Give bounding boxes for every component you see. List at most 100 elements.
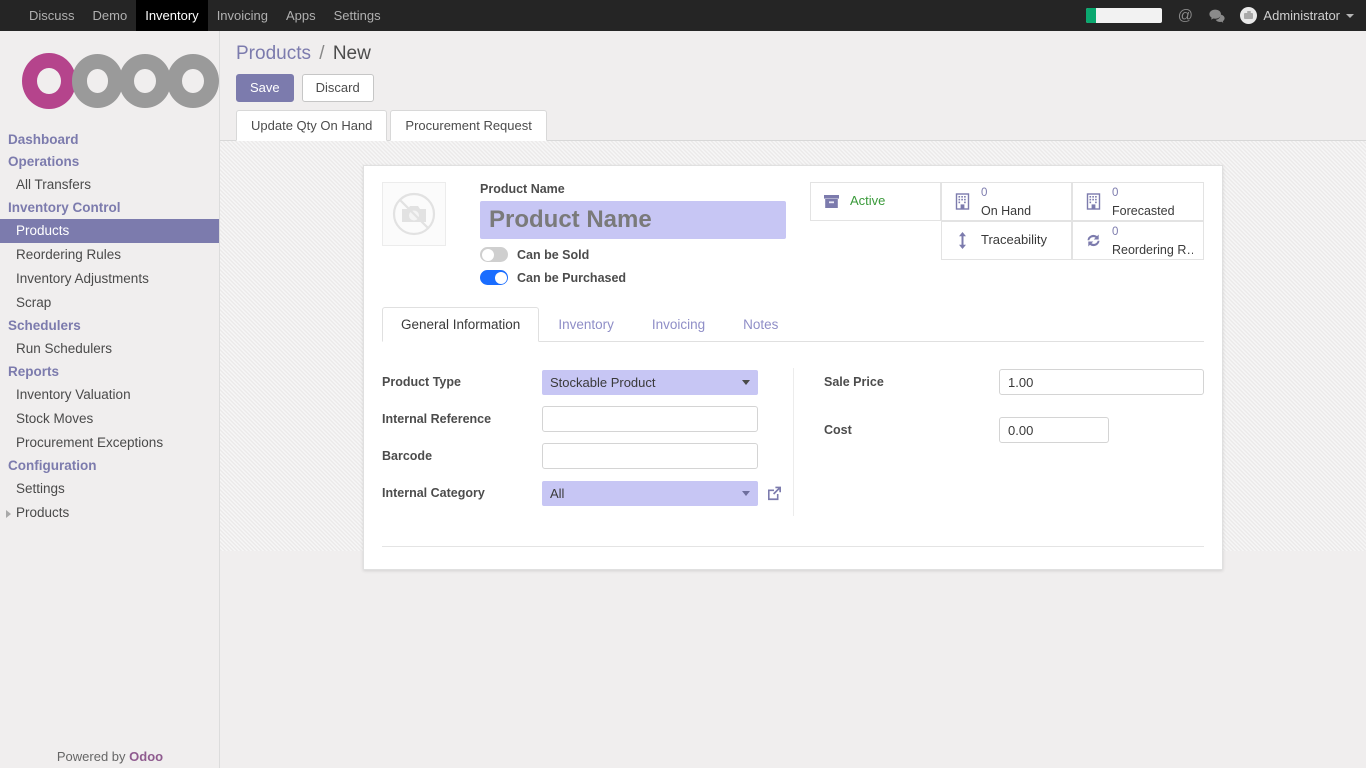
discard-button[interactable]: Discard [302, 74, 374, 102]
form-header-row: Product Name Can be Sold Can be Purchase… [382, 182, 1204, 285]
menu-item-demo[interactable]: Demo [84, 0, 137, 31]
system-progress-bar [1086, 8, 1162, 23]
notebook-tabs: General Information Inventory Invoicing … [382, 307, 1204, 342]
product-type-select[interactable]: Stockable Product [542, 370, 758, 395]
record-action-buttons: Save Discard [236, 74, 1350, 102]
tab-general-information[interactable]: General Information [382, 307, 539, 342]
product-image-placeholder[interactable] [382, 182, 446, 246]
tab-inventory[interactable]: Inventory [539, 307, 633, 342]
barcode-input[interactable] [542, 443, 758, 469]
stat-value: 0 [1112, 187, 1118, 199]
sidebar-header-label: Inventory Control [8, 200, 121, 215]
chevron-down-icon [742, 380, 750, 385]
stat-button-reordering-rules[interactable]: 0 Reordering R… [1072, 221, 1204, 260]
can-be-purchased-row: Can be Purchased [480, 270, 786, 285]
menu-item-settings[interactable]: Settings [325, 0, 390, 31]
breadcrumb: Products / New [236, 43, 1350, 65]
can-be-purchased-toggle[interactable] [480, 270, 508, 285]
building-icon [1083, 193, 1103, 210]
cost-input[interactable] [999, 417, 1109, 443]
stat-button-traceability[interactable]: Traceability [941, 221, 1072, 260]
stat-label: Forecasted [1112, 204, 1175, 218]
sidebar: Dashboard Operations All Transfers Inven… [0, 31, 220, 768]
sidebar-header-label: Schedulers [8, 318, 81, 333]
sidebar-item-reordering-rules[interactable]: Reordering Rules [0, 243, 219, 267]
mention-icon[interactable]: @ [1176, 7, 1194, 25]
product-type-value: Stockable Product [550, 375, 656, 390]
user-menu[interactable]: Administrator [1240, 7, 1354, 24]
tab-invoicing[interactable]: Invoicing [633, 307, 724, 342]
main-content: Products / New Save Discard Update Qty O… [220, 31, 1366, 768]
stat-spacer [810, 221, 941, 260]
expand-triangle-icon [6, 510, 11, 518]
stat-button-on-hand[interactable]: 0 On Hand [941, 182, 1072, 221]
field-row-barcode: Barcode [382, 442, 793, 470]
no-camera-icon [391, 191, 437, 237]
sidebar-item-inventory-adjustments[interactable]: Inventory Adjustments [0, 267, 219, 291]
internal-reference-label: Internal Reference [382, 412, 542, 426]
sidebar-item-all-transfers[interactable]: All Transfers [0, 173, 219, 197]
sidebar-header-dashboard[interactable]: Dashboard [0, 129, 219, 151]
stat-text: 0 On Hand [981, 183, 1031, 220]
stat-text: 0 Forecasted [1112, 183, 1175, 220]
sidebar-item-procurement-exceptions[interactable]: Procurement Exceptions [0, 431, 219, 455]
menu-item-invoicing[interactable]: Invoicing [208, 0, 277, 31]
tab-notes[interactable]: Notes [724, 307, 797, 342]
sidebar-item-configuration-products[interactable]: Products [0, 501, 219, 525]
sidebar-header-reports[interactable]: Reports [0, 361, 219, 383]
page-background-bottom [220, 576, 1366, 768]
field-row-internal-category: Internal Category All [382, 479, 793, 507]
stat-text: Active [850, 192, 885, 210]
app-menu-list: Discuss Demo Inventory Invoicing Apps Se… [20, 0, 390, 31]
sidebar-nav: Dashboard Operations All Transfers Inven… [0, 127, 219, 525]
sidebar-header-schedulers[interactable]: Schedulers [0, 315, 219, 337]
sidebar-item-run-schedulers[interactable]: Run Schedulers [0, 337, 219, 361]
chevron-down-icon [742, 491, 750, 496]
sidebar-item-inventory-valuation[interactable]: Inventory Valuation [0, 383, 219, 407]
can-be-sold-label: Can be Sold [517, 248, 589, 262]
progress-fill [1086, 8, 1096, 23]
internal-reference-input[interactable] [542, 406, 758, 432]
sale-price-input[interactable] [999, 369, 1204, 395]
barcode-label: Barcode [382, 449, 542, 463]
stat-button-active[interactable]: Active [810, 182, 941, 221]
sale-price-label: Sale Price [824, 375, 999, 389]
top-navigation-bar: Discuss Demo Inventory Invoicing Apps Se… [0, 0, 1366, 31]
update-qty-on-hand-button[interactable]: Update Qty On Hand [236, 110, 387, 141]
menu-item-discuss[interactable]: Discuss [20, 0, 84, 31]
breadcrumb-products-link[interactable]: Products [236, 43, 311, 64]
control-panel: Products / New Save Discard Update Qty O… [220, 31, 1366, 141]
odoo-logo[interactable] [0, 31, 219, 127]
menu-item-label: Demo [93, 8, 128, 23]
sidebar-item-label: Stock Moves [16, 411, 93, 426]
product-type-label: Product Type [382, 375, 542, 389]
stat-button-forecasted[interactable]: 0 Forecasted [1072, 182, 1204, 221]
sidebar-item-products[interactable]: Products [0, 219, 219, 243]
menu-item-apps[interactable]: Apps [277, 0, 325, 31]
form-column-left: Product Type Stockable Product Internal … [382, 368, 793, 516]
sidebar-item-settings[interactable]: Settings [0, 477, 219, 501]
sidebar-header-configuration[interactable]: Configuration [0, 455, 219, 477]
save-button[interactable]: Save [236, 74, 294, 102]
sidebar-header-inventory-control[interactable]: Inventory Control [0, 197, 219, 219]
sidebar-item-scrap[interactable]: Scrap [0, 291, 219, 315]
sidebar-item-label: Products [16, 223, 69, 238]
menu-item-label: Discuss [29, 8, 75, 23]
internal-category-external-link-icon[interactable] [766, 485, 783, 502]
odoo-brand-link[interactable]: Odoo [129, 749, 163, 764]
procurement-request-button[interactable]: Procurement Request [390, 110, 546, 141]
avatar-camera-icon [1244, 13, 1253, 19]
stat-label: Reordering R… [1112, 243, 1193, 257]
general-information-pane: Product Type Stockable Product Internal … [382, 342, 1204, 516]
chat-bubble-icon[interactable] [1208, 7, 1226, 25]
sidebar-item-stock-moves[interactable]: Stock Moves [0, 407, 219, 431]
logo-ring-3 [119, 54, 171, 108]
sidebar-header-operations[interactable]: Operations [0, 151, 219, 173]
menu-item-label: Invoicing [217, 8, 268, 23]
can-be-sold-toggle[interactable] [480, 247, 508, 262]
menu-item-inventory[interactable]: Inventory [136, 0, 207, 31]
stat-button-box: Active [810, 182, 1204, 260]
breadcrumb-current: New [333, 43, 371, 64]
internal-category-select[interactable]: All [542, 481, 758, 506]
product-name-input[interactable] [480, 201, 786, 239]
